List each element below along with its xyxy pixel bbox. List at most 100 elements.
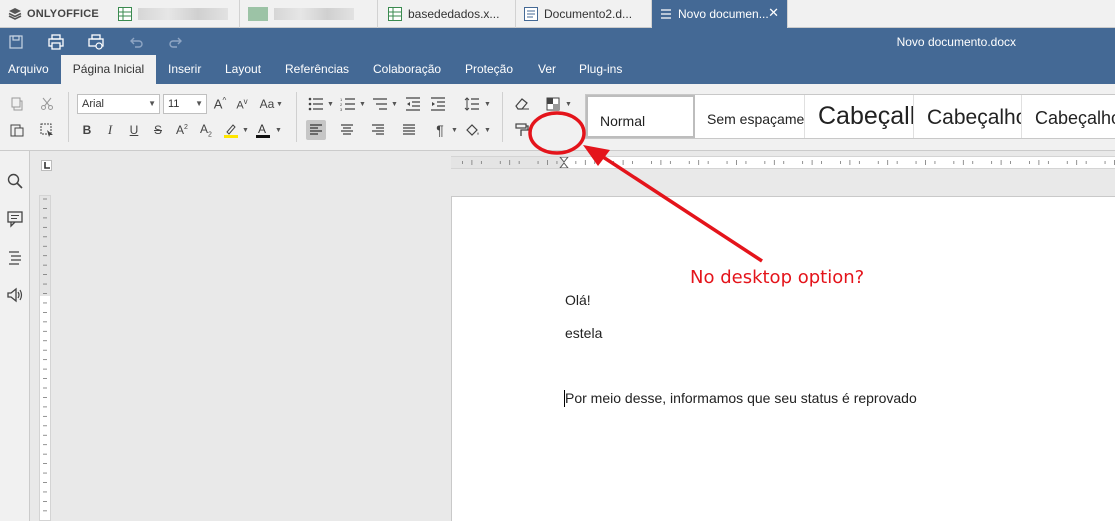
app-tab-strip: ONLYOFFICE basededados.x... Documento2.d… (0, 0, 1115, 28)
subscript-icon: A2 (200, 121, 212, 139)
superscript-button[interactable]: A2 (172, 120, 192, 140)
align-center-button[interactable] (337, 120, 357, 140)
print-icon[interactable] (47, 33, 65, 51)
paragraph[interactable]: Por meio desse, informamos que seu statu… (565, 390, 917, 406)
select-all-button[interactable] (37, 120, 57, 140)
navigation-icon[interactable] (6, 248, 24, 266)
subscript-button[interactable]: A2 (196, 120, 216, 140)
nonprinting-characters-button[interactable]: ¶ (430, 120, 450, 140)
save-icon[interactable] (7, 33, 25, 51)
style-normal[interactable]: Normal (586, 95, 695, 138)
tab-referencias[interactable]: Referências (277, 55, 357, 84)
align-right-button[interactable] (368, 120, 388, 140)
font-color-button[interactable]: A (253, 120, 273, 140)
spreadsheet-icon (388, 7, 402, 21)
align-left-button[interactable] (306, 120, 326, 140)
tab-layout[interactable]: Layout (217, 55, 269, 84)
highlight-button[interactable] (221, 120, 241, 140)
feedback-speaker-icon[interactable] (6, 286, 24, 304)
chevron-down-icon: ▼ (148, 99, 156, 108)
svg-text:3: 3 (340, 107, 343, 111)
align-left-icon (310, 124, 322, 135)
redo-icon[interactable] (167, 33, 185, 51)
paragraph[interactable]: Olá! (565, 292, 591, 308)
italic-button[interactable]: I (100, 120, 120, 140)
scissors-icon (41, 97, 53, 110)
strikethrough-icon: S (153, 123, 162, 137)
font-name-value: Arial (82, 98, 105, 110)
copy-button[interactable] (7, 94, 27, 114)
app-tab-blurred-2[interactable] (240, 0, 378, 28)
highlighter-icon (224, 124, 238, 138)
align-center-icon (341, 124, 353, 135)
eraser-icon (515, 98, 529, 110)
cut-button[interactable] (37, 94, 57, 114)
style-sem-espacamento[interactable]: Sem espaçamento (695, 95, 805, 138)
decrease-font-button[interactable]: Av (232, 94, 252, 114)
bullets-button[interactable] (306, 94, 326, 114)
onlyoffice-logo-icon (8, 8, 22, 20)
font-name-combo[interactable]: Arial ▼ (77, 94, 160, 114)
app-tab-novo-documento[interactable]: Novo documen... ✕ (652, 0, 788, 28)
tab-label: Documento2.d... (544, 7, 633, 21)
app-tab-blurred-1[interactable] (110, 0, 240, 28)
increase-font-button[interactable]: A^ (210, 94, 230, 114)
comments-icon[interactable] (6, 210, 24, 228)
tab-pagina-inicial[interactable]: Página Inicial (61, 55, 156, 84)
clear-style-button[interactable] (512, 94, 532, 114)
increase-indent-button[interactable] (428, 94, 448, 114)
onlyoffice-logo[interactable]: ONLYOFFICE (8, 6, 99, 22)
tab-stop-left-icon (44, 162, 50, 169)
spreadsheet-icon (248, 7, 268, 21)
underline-button[interactable]: U (124, 120, 144, 140)
bullet-list-icon (308, 97, 323, 111)
tab-colaboracao[interactable]: Colaboração (365, 55, 449, 84)
quick-print-icon[interactable] (87, 33, 105, 51)
close-tab-icon[interactable]: ✕ (768, 6, 779, 20)
document-page[interactable]: Olá! estela Por meio desse, informamos q… (451, 196, 1115, 521)
svg-text:A: A (258, 122, 266, 136)
tab-arquivo[interactable]: Arquivo (0, 55, 57, 84)
multilevel-list-button[interactable] (370, 94, 390, 114)
underline-icon: U (129, 123, 139, 137)
style-cabecalho-2[interactable]: Cabeçalho 2 (914, 95, 1022, 138)
multilevel-list-icon (373, 98, 387, 110)
style-cabecalho-3[interactable]: Cabeçalho 3 (1022, 95, 1115, 138)
undo-icon[interactable] (127, 33, 145, 51)
tab-plugins[interactable]: Plug-ins (571, 55, 630, 84)
text-cursor (564, 390, 565, 407)
annotation-text: No desktop option? (690, 267, 865, 288)
horizontal-ruler[interactable] (451, 156, 1115, 169)
bold-button[interactable]: B (77, 120, 97, 140)
pilcrow-icon: ¶ (436, 122, 444, 138)
separator (68, 92, 69, 142)
decrease-font-icon: Av (236, 96, 248, 112)
tab-inserir[interactable]: Inserir (160, 55, 209, 84)
horizontal-ruler-ticks (451, 157, 1115, 168)
paragraph[interactable]: estela (565, 325, 602, 341)
vertical-ruler-ticks (40, 196, 50, 512)
document-lines-icon (661, 9, 671, 19)
style-cabecalho-1[interactable]: Cabeçalho 1 (805, 95, 914, 138)
app-tab-basededados[interactable]: basededados.x... (380, 0, 516, 28)
document-title: Novo documento.docx (896, 35, 1016, 49)
decrease-indent-button[interactable] (403, 94, 423, 114)
copy-style-button[interactable] (512, 120, 532, 140)
blurred-tab-label (274, 8, 354, 20)
line-spacing-button[interactable] (462, 94, 482, 114)
italic-icon: I (107, 122, 113, 137)
numbering-button[interactable]: 123 (338, 94, 358, 114)
tab-stop-selector[interactable] (41, 160, 52, 171)
tab-ver[interactable]: Ver (530, 55, 564, 84)
color-scheme-button[interactable] (543, 94, 563, 114)
paragraph-shading-button[interactable] (462, 120, 482, 140)
app-tab-documento2[interactable]: Documento2.d... (516, 0, 652, 28)
tab-protecao[interactable]: Proteção (457, 55, 521, 84)
search-icon[interactable] (6, 172, 24, 190)
change-case-button[interactable]: Aa (256, 94, 278, 114)
strikethrough-button[interactable]: S (148, 120, 168, 140)
paste-button[interactable] (7, 120, 27, 140)
font-size-combo[interactable]: 11 ▼ (163, 94, 207, 114)
justify-button[interactable] (399, 120, 419, 140)
vertical-ruler[interactable] (39, 195, 51, 521)
